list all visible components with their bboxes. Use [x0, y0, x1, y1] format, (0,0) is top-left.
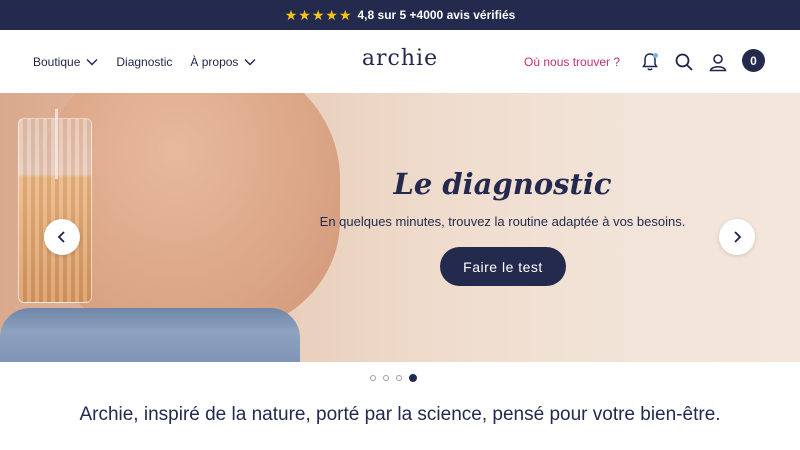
hero-image-jeans [0, 308, 300, 362]
bell-icon[interactable] [638, 50, 662, 74]
nav-item-boutique[interactable]: Boutique [33, 55, 98, 69]
rating-text: 4,8 sur 5 +4000 avis vérifiés [357, 8, 516, 22]
hero-image-glass [18, 109, 92, 303]
nav-label: Boutique [33, 54, 81, 69]
chevron-down-icon [244, 58, 256, 65]
nav-label: Diagnostic [116, 54, 173, 69]
search-icon[interactable] [672, 50, 696, 74]
brand-logo[interactable]: archie [360, 46, 440, 71]
hero-title: Le diagnostic [393, 167, 612, 201]
start-test-button[interactable]: Faire le test [440, 247, 566, 286]
nav-item-a-propos[interactable]: À propos [190, 55, 256, 69]
nav-item-diagnostic[interactable]: Diagnostic [116, 55, 172, 69]
star-icon: ★ [338, 7, 352, 23]
star-icon: ★ [298, 7, 311, 23]
carousel-dot-active[interactable] [409, 374, 417, 382]
cart-button[interactable]: 0 [742, 49, 765, 72]
star-icon: ★ [284, 7, 298, 23]
hero-banner: Le diagnostic En quelques minutes, trouv… [0, 93, 800, 362]
hero-subtitle: En quelques minutes, trouvez la routine … [319, 214, 686, 229]
star-icon: ★ [325, 7, 338, 23]
chevron-down-icon [86, 58, 98, 65]
rating-stars: ★ ★ ★ ★ ★ [285, 8, 352, 22]
carousel-prev-button[interactable] [44, 219, 80, 255]
store-locator-link[interactable]: Où nous trouver ? [524, 30, 620, 93]
chevron-left-icon [57, 231, 65, 243]
nav-label: À propos [190, 54, 239, 69]
carousel-dot[interactable] [383, 375, 389, 381]
chevron-right-icon [734, 231, 742, 243]
carousel-dot[interactable] [370, 375, 376, 381]
brand-tagline: Archie, inspiré de la nature, porté par … [79, 404, 721, 425]
site-header: Boutique Diagnostic À propos archie Où n… [0, 30, 800, 93]
carousel-next-button[interactable] [719, 219, 755, 255]
main-nav: Boutique Diagnostic À propos [33, 30, 256, 93]
carousel-pagination [370, 374, 417, 382]
user-icon[interactable] [706, 50, 730, 74]
announcement-bar: ★ ★ ★ ★ ★ 4,8 sur 5 +4000 avis vérifiés [0, 0, 800, 30]
carousel-dot[interactable] [396, 375, 402, 381]
star-icon: ★ [311, 7, 325, 23]
